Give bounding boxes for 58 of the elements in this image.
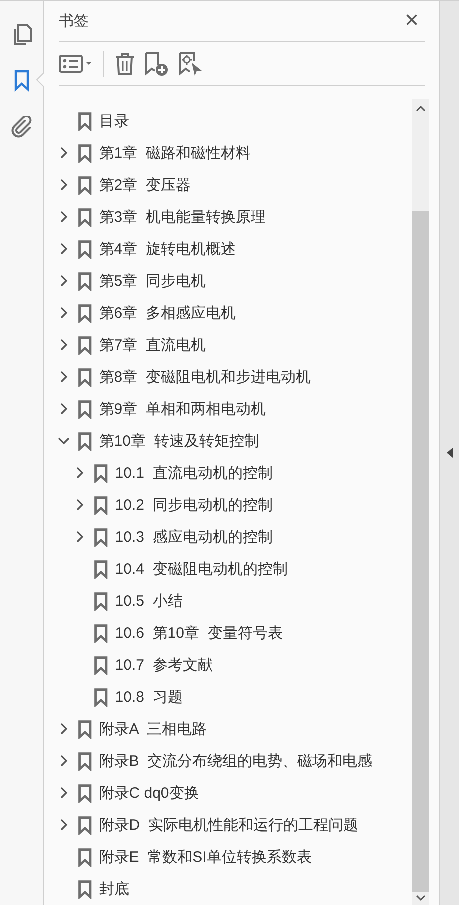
bookmark-icon xyxy=(78,144,92,162)
bookmark-target-button[interactable] xyxy=(178,50,204,78)
bookmark-title[interactable]: 第2章 变压器 xyxy=(99,176,191,194)
bookmark-title[interactable]: 第7章 直流电机 xyxy=(99,336,206,354)
bookmark-icon xyxy=(78,336,92,354)
bookmark-title[interactable]: 10.7 参考文献 xyxy=(115,656,213,674)
bookmark-icon xyxy=(78,208,92,226)
bookmark-icon xyxy=(78,112,92,130)
bookmark-title[interactable]: 第1章 磁路和磁性材料 xyxy=(99,144,251,162)
bookmark-icon xyxy=(78,304,92,322)
bookmark-icon xyxy=(94,528,108,546)
bookmark-icon xyxy=(78,272,92,290)
bookmark-title[interactable]: 10.6 第10章 变量符号表 xyxy=(115,624,283,642)
bookmark-title[interactable]: 第3章 机电能量转换原理 xyxy=(99,208,266,226)
bookmark-icon xyxy=(94,624,108,642)
scroll-down-icon[interactable] xyxy=(416,894,426,902)
collapse-arrow-icon[interactable] xyxy=(446,448,452,458)
bookmark-icon xyxy=(78,752,92,770)
bookmark-icon xyxy=(94,688,108,706)
bookmark-title[interactable]: 第9章 单相和两相电动机 xyxy=(99,400,266,418)
bookmark-icon xyxy=(78,240,92,258)
bookmark-title[interactable]: 第10章 转速及转矩控制 xyxy=(99,432,260,450)
bookmark-title[interactable]: 第6章 多相感应电机 xyxy=(99,304,236,322)
bookmark-icon xyxy=(78,176,92,194)
bookmark-title[interactable]: 第8章 变磁阻电机和步进电动机 xyxy=(99,368,311,386)
close-button[interactable]: × xyxy=(398,9,425,33)
bookmark-icon xyxy=(78,432,92,450)
bookmark-title[interactable]: 10.4 变磁阻电动机的控制 xyxy=(115,560,288,578)
bookmark-icon xyxy=(94,560,108,578)
bookmark-title[interactable]: 附录C dq0变换 xyxy=(99,784,200,802)
bookmark-title[interactable]: 10.2 同步电动机的控制 xyxy=(115,496,273,514)
add-bookmark-button[interactable] xyxy=(144,50,170,78)
scroll-up-icon[interactable] xyxy=(416,105,426,113)
bookmark-icon xyxy=(94,464,108,482)
bookmark-icon xyxy=(78,720,92,738)
bookmark-icon xyxy=(78,880,92,898)
bookmark-title[interactable]: 10.3 感应电动机的控制 xyxy=(115,528,273,546)
bookmark-title[interactable]: 附录D 实际电机性能和运行的工程问题 xyxy=(99,816,358,834)
bookmark-icon xyxy=(78,784,92,802)
panel-title: 书签 xyxy=(59,12,89,30)
bookmark-title[interactable]: 附录E 常数和SI单位转换系数表 xyxy=(99,848,312,866)
bookmark-icon xyxy=(94,496,108,514)
bookmark-icon xyxy=(78,848,92,866)
bookmark-title[interactable]: 10.1 直流电动机的控制 xyxy=(115,464,273,482)
bookmark-icon xyxy=(94,592,108,610)
bookmark-title[interactable]: 目录 xyxy=(99,112,130,130)
bookmark-title[interactable]: 第5章 同步电机 xyxy=(99,272,206,290)
bookmark-title[interactable]: 第4章 旋转电机概述 xyxy=(99,240,236,258)
bookmark-title[interactable]: 附录B 交流分布绕组的电势、磁场和电感 xyxy=(99,752,373,770)
bookmark-icon xyxy=(78,816,92,834)
bookmark-title[interactable]: 10.5 小结 xyxy=(115,592,183,610)
bookmark-title[interactable]: 封底 xyxy=(99,880,130,898)
scrollbar[interactable] xyxy=(412,99,429,905)
bookmark-icon xyxy=(94,656,108,674)
bookmark-title[interactable]: 10.8 习题 xyxy=(115,688,183,706)
bookmark-icon xyxy=(78,368,92,386)
bookmark-icon xyxy=(78,400,92,418)
bookmark-title[interactable]: 附录A 三相电路 xyxy=(99,720,207,738)
